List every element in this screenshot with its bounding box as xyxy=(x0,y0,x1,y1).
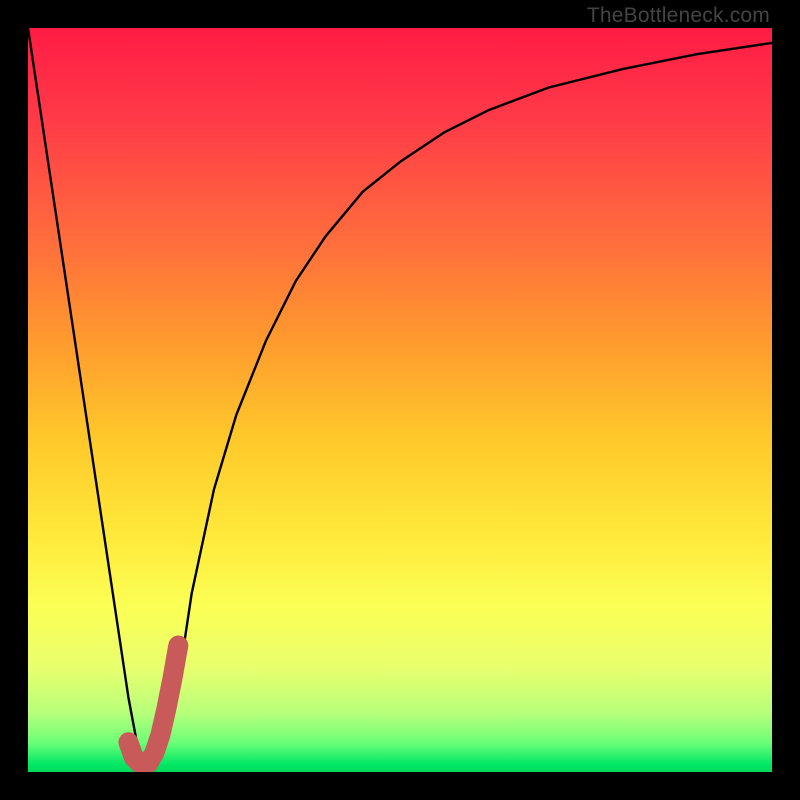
plot-area xyxy=(28,28,772,772)
j-hook-marker xyxy=(128,646,178,765)
chart-frame: TheBottleneck.com xyxy=(0,0,800,800)
marker-layer xyxy=(28,28,772,772)
watermark-text: TheBottleneck.com xyxy=(587,4,770,28)
